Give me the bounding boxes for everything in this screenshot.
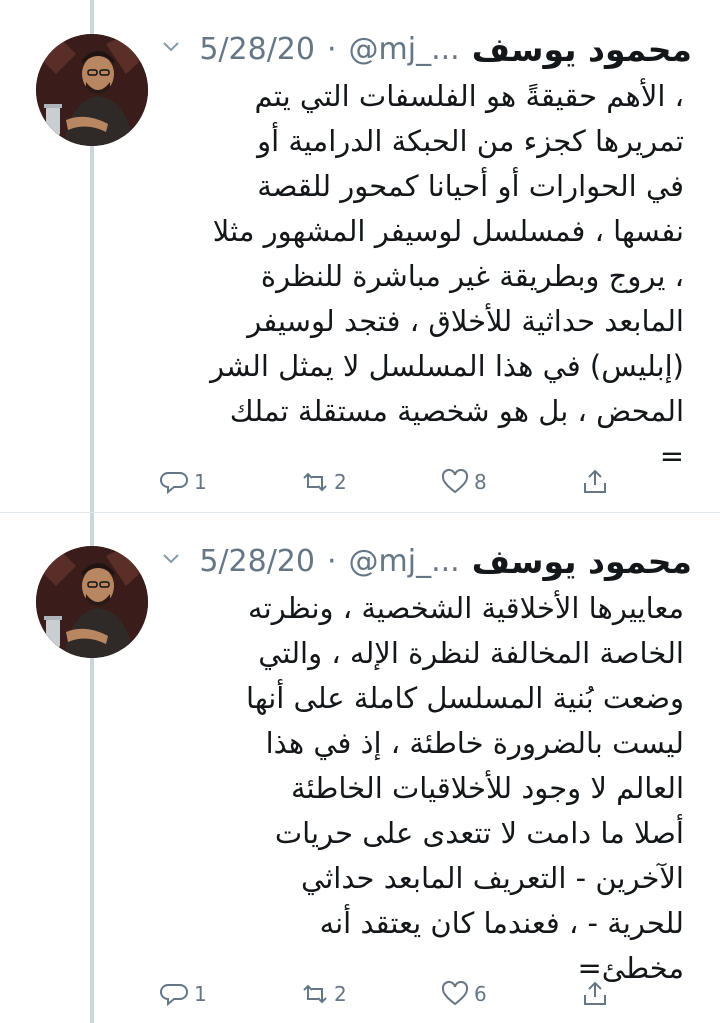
tweet-header: محمود يوسف @mj_... · 5/28/20	[160, 24, 692, 74]
like-button[interactable]: 6	[440, 979, 487, 1009]
like-count: 6	[474, 982, 487, 1006]
tweet-header: محمود يوسف @mj_... · 5/28/20	[160, 536, 692, 586]
tweet[interactable]: محمود يوسف @mj_... · 5/28/20 ، الأهم حقي…	[0, 0, 720, 512]
reply-icon	[160, 984, 188, 1007]
tweet-date[interactable]: 5/28/20	[199, 32, 315, 67]
chevron-down-icon[interactable]	[160, 35, 182, 63]
reply-icon	[160, 472, 188, 495]
tweet-text: ، الأهم حقيقةً هو الفلسفات التي يتم تمري…	[210, 79, 684, 473]
avatar[interactable]	[36, 546, 148, 658]
tweet-actions: 1 2 6	[160, 974, 610, 1014]
display-name[interactable]: محمود يوسف	[472, 542, 692, 581]
avatar-image	[36, 34, 148, 146]
like-count: 8	[474, 470, 487, 494]
retweet-count: 2	[334, 470, 347, 494]
retweet-icon	[303, 472, 327, 492]
tweet[interactable]: محمود يوسف @mj_... · 5/28/20 معاييرها ال…	[0, 512, 720, 1023]
handle[interactable]: @mj_...	[349, 32, 460, 67]
reply-count: 1	[194, 982, 207, 1006]
tweet-date[interactable]: 5/28/20	[199, 544, 315, 579]
separator-dot: ·	[326, 31, 337, 67]
reply-button[interactable]: 1	[160, 979, 207, 1009]
share-button[interactable]	[580, 979, 610, 1009]
separator-dot: ·	[326, 543, 337, 579]
handle[interactable]: @mj_...	[349, 544, 460, 579]
avatar[interactable]	[36, 34, 148, 146]
tweet-actions: 1 2 8	[160, 462, 610, 502]
chevron-down-icon[interactable]	[160, 547, 182, 575]
heart-icon	[441, 468, 469, 494]
retweet-icon	[303, 984, 327, 1004]
share-icon	[584, 469, 606, 493]
display-name[interactable]: محمود يوسف	[472, 30, 692, 69]
avatar-image	[36, 546, 148, 658]
retweet-button[interactable]: 2	[300, 979, 347, 1009]
share-icon	[584, 981, 606, 1005]
heart-icon	[441, 980, 469, 1006]
share-button[interactable]	[580, 467, 610, 497]
reply-count: 1	[194, 470, 207, 494]
reply-button[interactable]: 1	[160, 467, 207, 497]
retweet-button[interactable]: 2	[300, 467, 347, 497]
retweet-count: 2	[334, 982, 347, 1006]
like-button[interactable]: 8	[440, 467, 487, 497]
tweet-text: معاييرها الأخلاقية الشخصية ، ونظرته الخا…	[245, 591, 684, 985]
